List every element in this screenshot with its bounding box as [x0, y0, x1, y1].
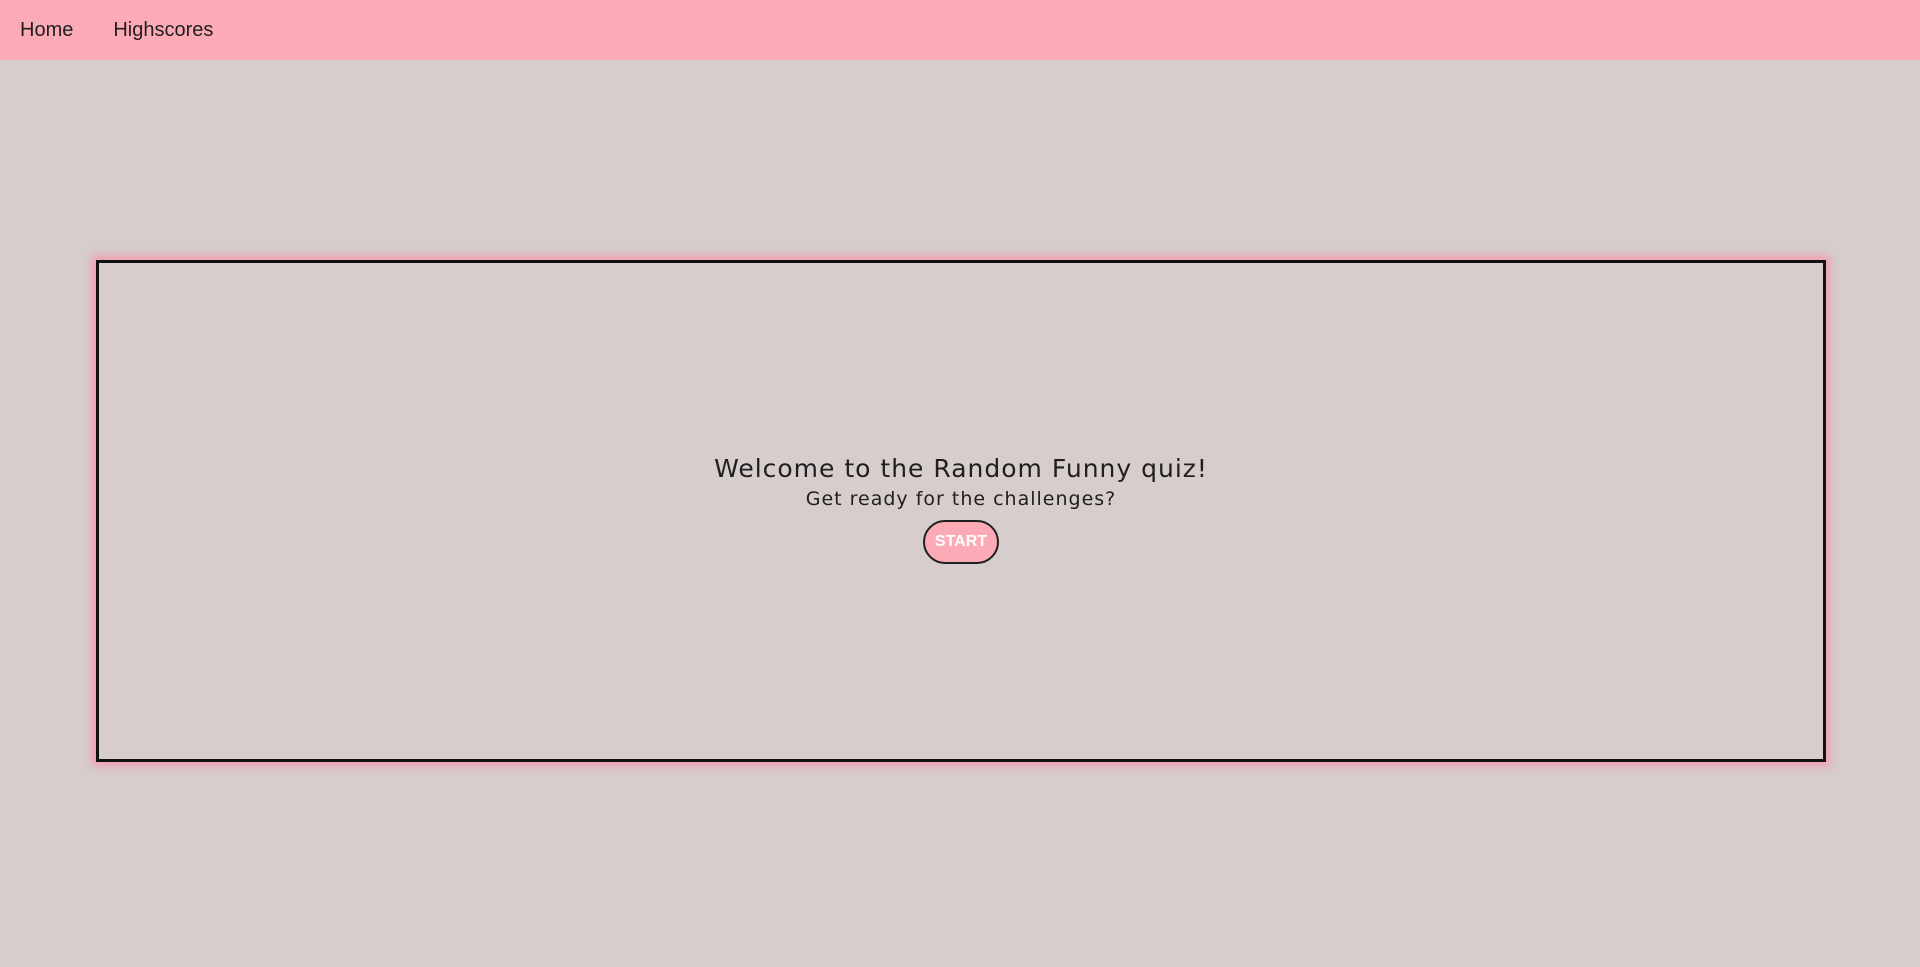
nav-home-link[interactable]: Home [20, 19, 73, 42]
quiz-subtitle: Get ready for the challenges? [805, 488, 1117, 510]
top-navbar: Home Highscores [0, 0, 1920, 60]
quiz-intro: Welcome to the Random Funny quiz! Get re… [99, 453, 1823, 564]
quiz-container: Welcome to the Random Funny quiz! Get re… [96, 260, 1826, 762]
start-button[interactable]: START [923, 520, 999, 564]
quiz-title: Welcome to the Random Funny quiz! [714, 454, 1208, 483]
nav-highscores-link[interactable]: Highscores [113, 19, 213, 42]
